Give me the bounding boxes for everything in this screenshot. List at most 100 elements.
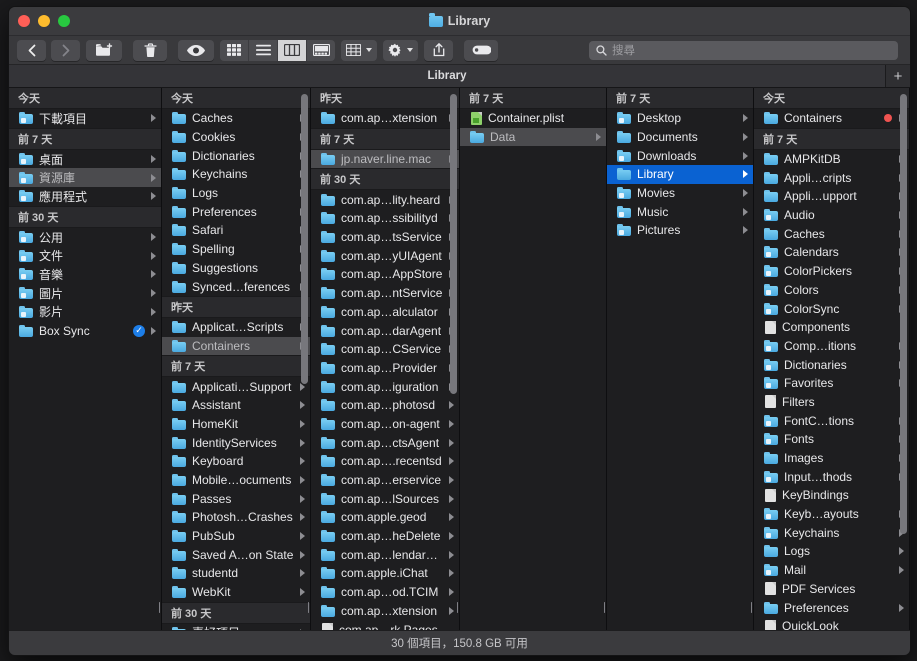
disclosure-arrow-icon[interactable] xyxy=(300,628,305,630)
file-row[interactable]: Assistant xyxy=(162,396,310,415)
file-row[interactable]: Calendars xyxy=(754,243,909,262)
file-row[interactable]: Library xyxy=(607,165,753,184)
file-row[interactable]: 資源庫 xyxy=(9,168,161,188)
file-row[interactable]: IdentityServices xyxy=(162,433,310,452)
file-row[interactable]: Music xyxy=(607,202,753,221)
disclosure-arrow-icon[interactable] xyxy=(449,476,454,485)
file-row[interactable]: Favorites xyxy=(754,374,909,393)
file-row[interactable]: Applicat…Scripts xyxy=(162,318,310,337)
file-row[interactable]: 應用程式 xyxy=(9,187,161,206)
file-row[interactable]: com.ap…Provider xyxy=(311,359,459,378)
file-row[interactable]: com.ap…CService xyxy=(311,340,459,359)
file-row[interactable]: com.ap…rk.Pages xyxy=(311,620,459,630)
file-row[interactable]: com.ap…erservice xyxy=(311,471,459,490)
file-row[interactable]: com.ap….recentsd xyxy=(311,452,459,471)
disclosure-arrow-icon[interactable] xyxy=(449,550,454,559)
file-row[interactable]: Keyboard xyxy=(162,452,310,471)
file-row[interactable]: 音樂 xyxy=(9,265,161,284)
file-row[interactable]: Caches xyxy=(754,224,909,243)
disclosure-arrow-icon[interactable] xyxy=(151,270,156,279)
disclosure-arrow-icon[interactable] xyxy=(300,457,305,466)
file-row[interactable]: com.ap…on-agent xyxy=(311,415,459,434)
file-row[interactable]: AMPKitDB xyxy=(754,150,909,169)
file-row[interactable]: Input…thods xyxy=(754,467,909,486)
file-row[interactable]: com.ap…yUIAgent xyxy=(311,246,459,265)
file-row[interactable]: Containers xyxy=(754,109,909,128)
file-row[interactable]: Images xyxy=(754,449,909,468)
file-row[interactable]: 公用 xyxy=(9,228,161,247)
action-button[interactable] xyxy=(383,39,418,61)
file-row[interactable]: Mail xyxy=(754,561,909,580)
file-row[interactable]: com.ap…lity.heard xyxy=(311,190,459,209)
file-row[interactable]: com.apple.geod xyxy=(311,508,459,527)
file-row[interactable]: Box Sync ✓ xyxy=(9,321,161,340)
disclosure-arrow-icon[interactable] xyxy=(300,569,305,578)
file-row[interactable]: PDF Services xyxy=(754,580,909,599)
disclosure-arrow-icon[interactable] xyxy=(449,569,454,578)
file-row[interactable]: Documents xyxy=(607,128,753,147)
file-row[interactable]: com.ap…heDelete xyxy=(311,527,459,546)
new-tab-button[interactable]: + xyxy=(886,65,910,87)
disclosure-arrow-icon[interactable] xyxy=(449,532,454,541)
file-row[interactable]: Keyb…ayouts xyxy=(754,505,909,524)
file-row[interactable]: com.ap…alculator xyxy=(311,303,459,322)
file-row[interactable]: Photosh…Crashes xyxy=(162,508,310,527)
view-mode-segmented-control[interactable] xyxy=(220,39,335,61)
disclosure-arrow-icon[interactable] xyxy=(743,226,748,235)
file-row[interactable]: KeyBindings xyxy=(754,486,909,505)
file-row[interactable]: com.ap…xtension xyxy=(311,109,459,128)
file-row[interactable]: Logs xyxy=(162,184,310,203)
file-row[interactable]: 喜好項目 xyxy=(162,624,310,630)
disclosure-arrow-icon[interactable] xyxy=(449,513,454,522)
file-row[interactable]: com.ap…ssibilityd xyxy=(311,209,459,228)
file-row[interactable]: com.ap…lSources xyxy=(311,489,459,508)
disclosure-arrow-icon[interactable] xyxy=(449,401,454,410)
file-row[interactable]: Logs xyxy=(754,542,909,561)
file-row[interactable]: jp.naver.line.mac xyxy=(311,149,459,169)
disclosure-arrow-icon[interactable] xyxy=(300,419,305,428)
disclosure-arrow-icon[interactable] xyxy=(151,289,156,298)
file-row[interactable]: WebKit xyxy=(162,583,310,602)
vertical-scrollbar[interactable] xyxy=(900,94,907,534)
disclosure-arrow-icon[interactable] xyxy=(743,170,748,179)
disclosure-arrow-icon[interactable] xyxy=(151,251,156,260)
file-row[interactable]: Fonts xyxy=(754,430,909,449)
file-row[interactable]: com.ap…tsService xyxy=(311,228,459,247)
file-row[interactable]: Filters xyxy=(754,393,909,412)
back-button[interactable] xyxy=(17,39,46,61)
disclosure-arrow-icon[interactable] xyxy=(743,207,748,216)
disclosure-arrow-icon[interactable] xyxy=(300,588,305,597)
disclosure-arrow-icon[interactable] xyxy=(596,133,601,142)
file-row[interactable]: Containers xyxy=(162,336,310,356)
file-row[interactable]: 文件 xyxy=(9,246,161,265)
file-row[interactable]: 影片 xyxy=(9,303,161,322)
file-row[interactable]: com.ap…xtension xyxy=(311,602,459,621)
disclosure-arrow-icon[interactable] xyxy=(151,326,156,335)
view-mode-column[interactable] xyxy=(278,39,307,61)
disclosure-arrow-icon[interactable] xyxy=(151,155,156,164)
disclosure-arrow-icon[interactable] xyxy=(300,532,305,541)
file-row[interactable]: Container.plist xyxy=(460,109,606,128)
file-row[interactable]: com.ap…lendarNC xyxy=(311,545,459,564)
file-row[interactable]: com.ap…ctsAgent xyxy=(311,433,459,452)
file-row[interactable]: com.ap…iguration xyxy=(311,377,459,396)
disclosure-arrow-icon[interactable] xyxy=(743,189,748,198)
file-row[interactable]: Appli…cripts xyxy=(754,168,909,187)
arrange-button[interactable] xyxy=(341,39,377,61)
file-row[interactable]: Audio xyxy=(754,206,909,225)
file-row[interactable]: Spelling xyxy=(162,240,310,259)
file-row[interactable]: Downloads xyxy=(607,146,753,165)
file-row[interactable]: 桌面 xyxy=(9,150,161,169)
file-row[interactable]: com.ap…od.TCIM xyxy=(311,583,459,602)
file-row[interactable]: Pictures xyxy=(607,221,753,240)
disclosure-arrow-icon[interactable] xyxy=(449,494,454,503)
file-row[interactable]: Data xyxy=(460,127,606,147)
file-row[interactable]: Safari xyxy=(162,221,310,240)
file-row[interactable]: HomeKit xyxy=(162,415,310,434)
disclosure-arrow-icon[interactable] xyxy=(449,419,454,428)
disclosure-arrow-icon[interactable] xyxy=(449,606,454,615)
file-row[interactable]: Appli…upport xyxy=(754,187,909,206)
disclosure-arrow-icon[interactable] xyxy=(899,603,904,612)
disclosure-arrow-icon[interactable] xyxy=(300,494,305,503)
disclosure-arrow-icon[interactable] xyxy=(151,192,156,201)
